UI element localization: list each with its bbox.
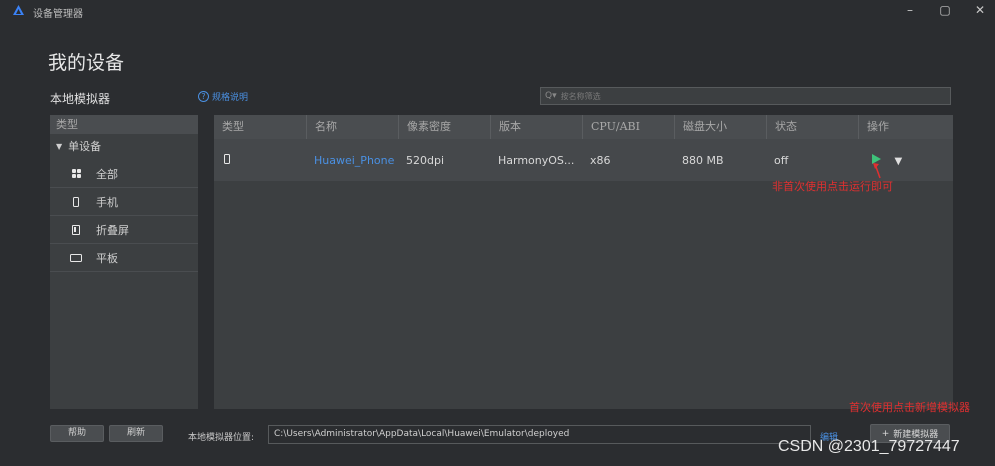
section-title: 本地模拟器 bbox=[50, 92, 111, 106]
foldable-icon bbox=[70, 224, 82, 235]
search-icon: Q▾ bbox=[545, 91, 557, 101]
filter-search-input[interactable] bbox=[560, 91, 941, 101]
sidebar-item-label: 平板 bbox=[96, 251, 118, 265]
close-button[interactable]: ✕ bbox=[968, 3, 992, 17]
tablet-icon bbox=[70, 253, 82, 262]
table-header: 类型 名称 像素密度 版本 CPU/ABI 磁盘大小 状态 操作 bbox=[214, 115, 953, 139]
device-disk-cell: 880 MB bbox=[682, 153, 724, 167]
column-header-type[interactable]: 类型 bbox=[214, 115, 306, 139]
column-header-name[interactable]: 名称 bbox=[306, 115, 398, 139]
page-title: 我的设备 bbox=[48, 52, 125, 74]
sidebar-item-label: 全部 bbox=[96, 167, 118, 181]
title-bar: 设备管理器 – ▢ ✕ bbox=[0, 0, 995, 22]
column-header-actions: 操作 bbox=[858, 115, 953, 139]
column-header-status[interactable]: 状态 bbox=[766, 115, 858, 139]
device-version-cell: HarmonyOS... bbox=[498, 153, 575, 167]
device-type-sidebar: 类型 ▼ 单设备 全部 手机 折叠屏 平板 bbox=[50, 115, 198, 409]
table-row[interactable]: Huawei_Phone 520dpi HarmonyOS... x86 880… bbox=[214, 139, 953, 181]
chevron-down-icon[interactable]: ▼ bbox=[895, 156, 903, 167]
phone-icon bbox=[70, 196, 82, 207]
device-table: 类型 名称 像素密度 版本 CPU/ABI 磁盘大小 状态 操作 Huawei_… bbox=[214, 115, 953, 409]
column-header-disk[interactable]: 磁盘大小 bbox=[674, 115, 766, 139]
question-icon: ? bbox=[198, 91, 209, 102]
new-hint-annotation: 首次使用点击新增模拟器 bbox=[849, 401, 970, 414]
plus-icon: + bbox=[881, 428, 890, 439]
location-label: 本地模拟器位置: bbox=[188, 433, 255, 443]
sidebar-item-label: 手机 bbox=[96, 195, 118, 209]
caret-down-icon: ▼ bbox=[56, 142, 63, 151]
sidebar-item-phone[interactable]: 手机 bbox=[50, 188, 198, 216]
run-hint-annotation: 非首次使用点击运行即可 bbox=[772, 180, 893, 193]
sidebar-group-single-device[interactable]: ▼ 单设备 bbox=[50, 134, 198, 160]
maximize-button[interactable]: ▢ bbox=[933, 3, 957, 17]
filter-search-box[interactable]: Q▾ bbox=[540, 87, 951, 105]
spec-help-link[interactable]: ? 规格说明 bbox=[198, 90, 248, 103]
column-header-version[interactable]: 版本 bbox=[490, 115, 582, 139]
sidebar-item-all[interactable]: 全部 bbox=[50, 160, 198, 188]
device-status-cell: off bbox=[774, 153, 789, 167]
device-cpu-cell: x86 bbox=[590, 153, 611, 167]
help-link-label: 规格说明 bbox=[212, 93, 249, 103]
sidebar-header: 类型 bbox=[50, 115, 198, 134]
column-header-density[interactable]: 像素密度 bbox=[398, 115, 490, 139]
app-logo-icon bbox=[13, 5, 24, 15]
grid-icon bbox=[70, 169, 82, 178]
window-title: 设备管理器 bbox=[33, 9, 83, 20]
sidebar-item-foldable[interactable]: 折叠屏 bbox=[50, 216, 198, 244]
annotation-arrow-icon bbox=[873, 163, 881, 179]
sidebar-item-label: 折叠屏 bbox=[96, 223, 129, 237]
device-type-cell bbox=[214, 153, 306, 167]
sidebar-group-label: 单设备 bbox=[68, 140, 102, 153]
sidebar-item-tablet[interactable]: 平板 bbox=[50, 244, 198, 272]
csdn-watermark: CSDN @2301_79727447 bbox=[778, 438, 960, 455]
phone-icon bbox=[224, 153, 230, 164]
device-density-cell: 520dpi bbox=[406, 153, 445, 167]
location-path-field[interactable]: C:\Users\Administrator\AppData\Local\Hua… bbox=[268, 425, 811, 444]
refresh-button[interactable]: 刷新 bbox=[109, 425, 163, 442]
minimize-button[interactable]: – bbox=[898, 3, 922, 17]
column-header-cpu[interactable]: CPU/ABI bbox=[582, 115, 674, 139]
device-name-cell[interactable]: Huawei_Phone bbox=[306, 154, 398, 167]
help-button[interactable]: 帮助 bbox=[50, 425, 104, 442]
